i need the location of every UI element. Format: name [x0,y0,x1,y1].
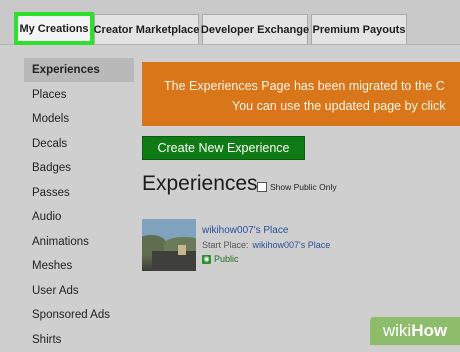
banner-line-2[interactable]: You can use the updated page by click [232,99,446,113]
sidebar-item-models[interactable]: Models [24,107,134,131]
start-place: Start Place: wikihow007's Place [202,240,330,250]
start-place-link[interactable]: wikihow007's Place [253,240,331,250]
tab-premium-payouts[interactable]: Premium Payouts [311,14,407,44]
sidebar-item-experiences[interactable]: Experiences [24,58,134,82]
status-badge: ◉ Public [202,254,239,264]
sidebar-item-places[interactable]: Places [24,83,134,107]
list-item: wikihow007's Place Start Place: wikihow00… [142,219,442,271]
tab-developer-exchange[interactable]: Developer Exchange [201,14,309,44]
create-new-experience-button[interactable]: Create New Experience [142,136,305,160]
tab-my-creations[interactable]: My Creations [14,12,94,45]
sidebar-item-sponsored-ads[interactable]: Sponsored Ads [24,303,134,327]
sidebar-item-decals[interactable]: Decals [24,132,134,156]
migration-banner: The Experiences Page has been migrated t… [142,62,460,126]
tab-bar: My Creations Creator Marketplace Develop… [0,0,460,45]
tab-creator-marketplace[interactable]: Creator Marketplace [94,14,199,44]
sidebar-item-animations[interactable]: Animations [24,230,134,254]
show-public-label: Show Public Only [270,182,337,192]
show-public-filter[interactable]: Show Public Only [257,182,337,192]
place-thumbnail[interactable] [142,219,196,271]
show-public-checkbox[interactable] [257,182,267,192]
sidebar-item-badges[interactable]: Badges [24,156,134,180]
banner-line-1: The Experiences Page has been migrated t… [164,79,445,93]
status-label: Public [214,254,239,264]
wikihow-watermark: wiki How [370,317,460,345]
globe-icon: ◉ [202,254,211,264]
sidebar-item-shirts[interactable]: Shirts [24,328,134,352]
sidebar: Experiences Places Models Decals Badges … [24,58,134,352]
watermark-wiki: wiki [382,321,412,340]
sidebar-item-user-ads[interactable]: User Ads [24,279,134,303]
sidebar-item-meshes[interactable]: Meshes [24,254,134,278]
place-name-link[interactable]: wikihow007's Place [202,225,288,236]
watermark-how: How [411,321,448,340]
sidebar-item-audio[interactable]: Audio [24,205,134,229]
page-title: Experiences [142,172,258,195]
start-place-label: Start Place: [202,240,249,250]
sidebar-item-passes[interactable]: Passes [24,181,134,205]
